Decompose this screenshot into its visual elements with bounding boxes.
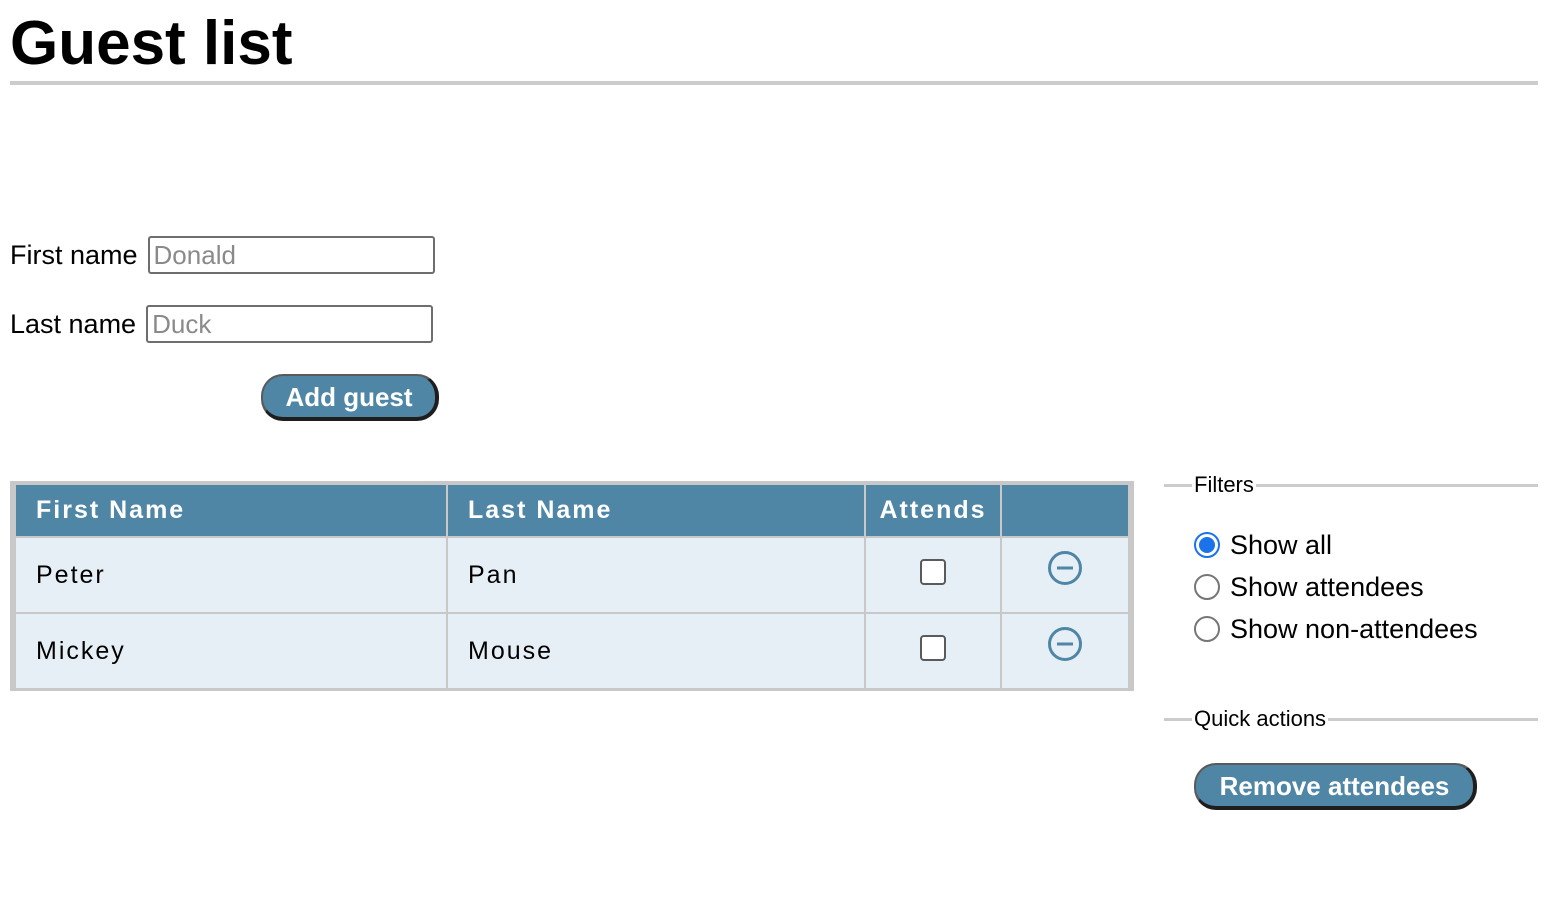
add-guest-button[interactable]: Add guest <box>261 374 439 421</box>
table-header-row: First Name Last Name Attends <box>14 485 1130 538</box>
table-row: Peter Pan <box>14 536 1130 614</box>
header-last-name: Last Name <box>446 485 866 538</box>
filter-show-attendees[interactable]: Show attendees <box>1194 571 1424 603</box>
radio-show-non-attendees[interactable] <box>1194 616 1220 642</box>
quick-actions-fieldset: Quick actions <box>1164 704 1538 734</box>
filter-label: Show all <box>1230 530 1333 560</box>
cell-last-name: Mouse <box>446 612 866 690</box>
guest-table: First Name Last Name Attends Peter Pan M… <box>14 485 1130 690</box>
guest-table-container: First Name Last Name Attends Peter Pan M… <box>10 481 1134 691</box>
first-name-input[interactable] <box>147 236 435 274</box>
remove-attendees-button[interactable]: Remove attendees <box>1194 763 1477 810</box>
filters-fieldset: Filters <box>1164 470 1538 500</box>
table-row: Mickey Mouse <box>14 612 1130 690</box>
minus-circle-icon[interactable] <box>1047 550 1083 593</box>
filter-show-non-attendees[interactable]: Show non-attendees <box>1194 613 1478 645</box>
attends-checkbox[interactable] <box>920 558 946 585</box>
minus-circle-icon[interactable] <box>1047 626 1083 669</box>
attends-checkbox[interactable] <box>920 634 946 661</box>
header-attends: Attends <box>864 485 1002 538</box>
filter-show-all[interactable]: Show all <box>1194 529 1332 561</box>
cell-first-name: Mickey <box>14 612 448 690</box>
last-name-input[interactable] <box>146 305 434 343</box>
page-title: Guest list <box>10 9 293 78</box>
first-name-label: First name <box>10 240 138 270</box>
cell-remove <box>1000 612 1130 690</box>
filter-label: Show attendees <box>1230 572 1424 602</box>
cell-attends <box>864 536 1002 614</box>
cell-last-name: Pan <box>446 536 866 614</box>
cell-attends <box>864 612 1002 690</box>
last-name-row: Last name <box>10 305 434 343</box>
first-name-row: First name <box>10 236 435 274</box>
quick-actions-legend: Quick actions <box>1192 704 1329 734</box>
guest-list-page: Guest list First name Last name Add gues… <box>0 0 1554 902</box>
title-divider <box>10 81 1538 85</box>
cell-remove <box>1000 536 1130 614</box>
header-actions <box>1000 485 1130 538</box>
filter-label: Show non-attendees <box>1230 614 1478 644</box>
radio-show-all[interactable] <box>1194 532 1220 558</box>
last-name-label: Last name <box>10 309 137 339</box>
filters-legend: Filters <box>1192 470 1256 500</box>
header-first-name: First Name <box>14 485 448 538</box>
radio-show-attendees[interactable] <box>1194 574 1220 600</box>
cell-first-name: Peter <box>14 536 448 614</box>
